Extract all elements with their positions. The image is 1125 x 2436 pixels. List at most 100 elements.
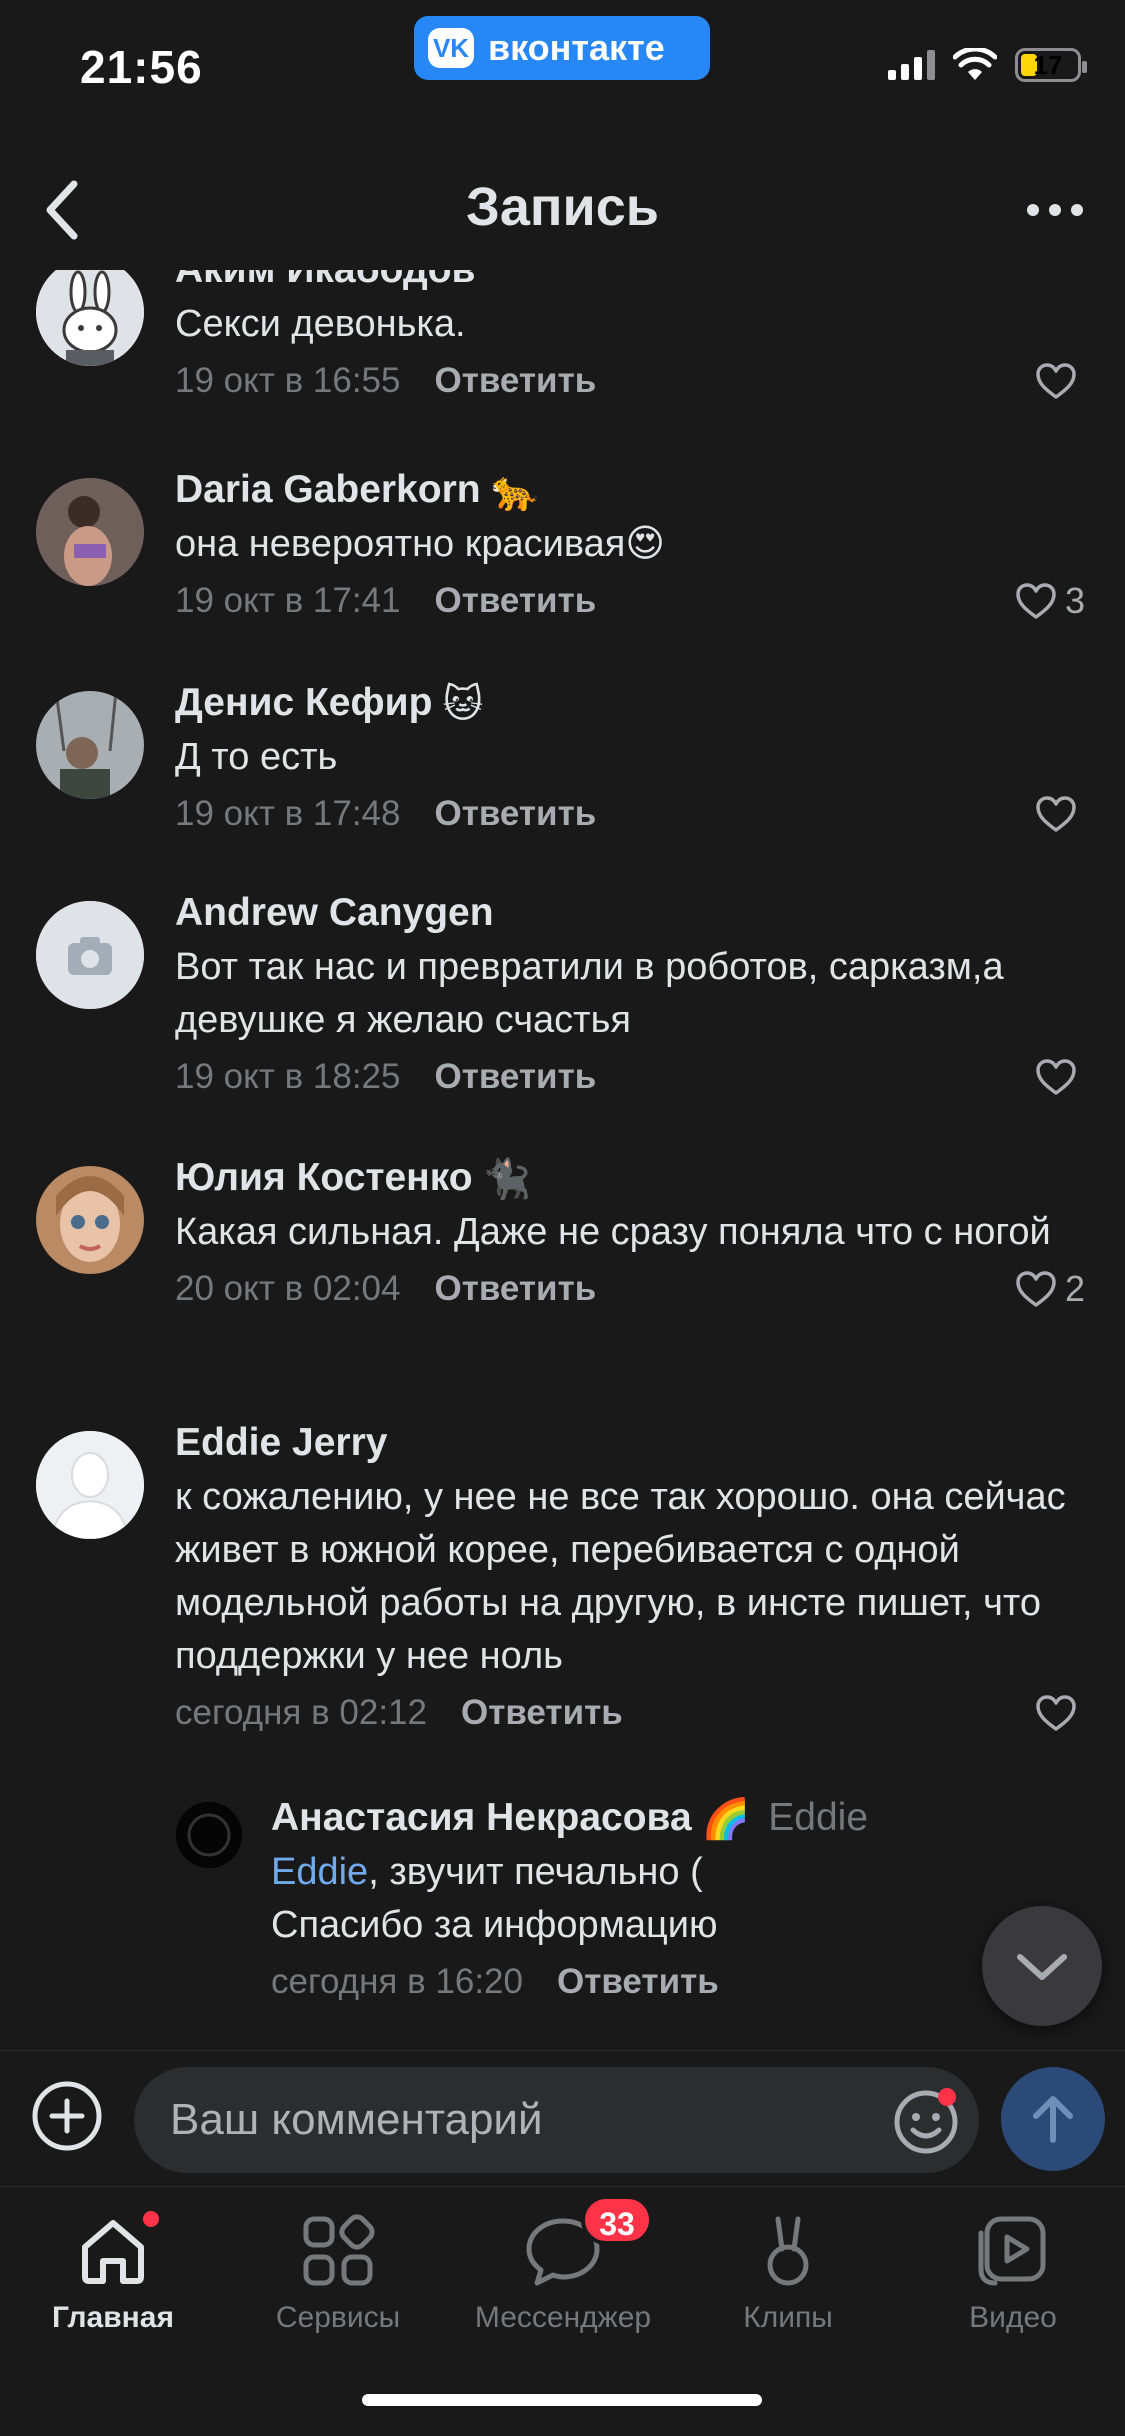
comment-author[interactable]: Andrew Canygen	[175, 885, 1085, 941]
services-icon	[303, 2214, 375, 2286]
nav-header: Запись	[0, 150, 1125, 270]
heart-icon	[1016, 583, 1056, 619]
heart-icon	[1016, 1271, 1056, 1307]
vk-logo-icon: VK	[428, 28, 474, 68]
comment-author[interactable]: Юлия Костенко	[175, 1156, 473, 1199]
scroll-down-button[interactable]	[982, 1906, 1102, 2026]
tab-video[interactable]: Видео	[913, 2211, 1113, 2335]
like-count: 3	[1064, 580, 1085, 621]
like-button[interactable]: 2	[1015, 1259, 1085, 1319]
plus-circle-icon	[32, 2081, 102, 2151]
heart-icon	[1036, 363, 1076, 399]
reply-button[interactable]: Ответить	[557, 1962, 719, 2001]
tab-label: Клипы	[743, 2301, 833, 2334]
screen: 21:56 VK вконтакте 17 Запись Секси девон…	[0, 0, 1125, 2436]
black-cat-emoji: 🐈‍⬛	[482, 1157, 532, 1201]
comment-author[interactable]: Денис Кефир	[175, 681, 432, 724]
page-title: Запись	[466, 177, 659, 237]
avatar[interactable]	[36, 901, 144, 1009]
comment-composer: Ваш комментарий	[0, 2050, 1125, 2186]
send-button[interactable]	[1001, 2067, 1105, 2171]
avatar[interactable]	[36, 1166, 144, 1274]
comment-date: 19 окт в 17:48	[175, 794, 401, 833]
comment-text-line: Спасибо за информацию	[271, 1904, 718, 1946]
battery-icon: 17	[1015, 48, 1087, 82]
home-icon	[82, 2220, 144, 2284]
reply-button[interactable]: Ответить	[434, 1057, 596, 1096]
like-button[interactable]	[1035, 784, 1085, 844]
comment-text: Д то есть	[175, 736, 338, 778]
user-photo-avatar	[36, 1166, 144, 1274]
mention-link[interactable]: Eddie	[271, 1851, 368, 1893]
attach-button[interactable]	[30, 2079, 104, 2153]
heart-eyes-emoji: 😍	[625, 523, 665, 565]
avatar[interactable]	[36, 1431, 144, 1539]
comment-text: Вот так нас и превратили в роботов, сарк…	[175, 946, 1004, 1041]
tab-home[interactable]: Главная	[13, 2211, 213, 2335]
more-options-button[interactable]	[1015, 178, 1095, 242]
app-badge[interactable]: VK вконтакте	[414, 16, 710, 80]
status-bar: 21:56 VK вконтакте 17	[0, 0, 1125, 130]
comment-date: сегодня в 02:12	[175, 1693, 427, 1732]
more-dots-icon	[1027, 204, 1039, 216]
comment-input-placeholder: Ваш комментарий	[170, 2095, 543, 2144]
comment-author[interactable]: Eddie Jerry	[175, 1415, 1085, 1471]
tab-label: Сервисы	[275, 2301, 401, 2334]
notification-dot	[143, 2211, 159, 2227]
default-user-avatar-icon	[36, 1431, 144, 1539]
comment-text: Секси девонька.	[175, 303, 466, 345]
bunny-avatar-icon	[36, 270, 144, 366]
reply-button[interactable]: Ответить	[434, 581, 596, 620]
user-photo-avatar	[176, 1802, 242, 1868]
comments-list[interactable]: Аким Икабодов Секси девонька. 19 окт в 1…	[0, 270, 1125, 2050]
unread-badge: 33	[581, 2195, 653, 2245]
comment-text: , звучит печально (	[368, 1851, 703, 1893]
avatar[interactable]	[36, 478, 144, 586]
reply-button[interactable]: Ответить	[434, 1269, 596, 1308]
tab-label: Видео	[969, 2301, 1057, 2334]
like-button[interactable]	[1035, 1047, 1085, 1107]
comment-date: сегодня в 16:20	[271, 1962, 523, 2001]
sticker-button[interactable]	[891, 2085, 961, 2155]
tab-label: Мессенджер	[474, 2301, 652, 2334]
comment-author[interactable]: Daria Gaberkorn	[175, 468, 481, 511]
like-button[interactable]	[1035, 1683, 1085, 1743]
comment-date: 19 окт в 16:55	[175, 361, 401, 400]
reply-to-name[interactable]: Eddie	[768, 1796, 868, 1839]
status-time: 21:56	[80, 41, 203, 93]
reply-button[interactable]: Ответить	[434, 794, 596, 833]
camera-placeholder-icon	[36, 901, 144, 1009]
avatar[interactable]	[36, 691, 144, 799]
app-badge-label: вконтакте	[488, 27, 665, 68]
clips-icon	[767, 2216, 809, 2286]
like-count: 2	[1064, 1268, 1085, 1309]
avatar[interactable]	[176, 1802, 242, 1868]
cellular-signal-icon	[888, 50, 935, 80]
heart-icon	[1036, 796, 1076, 832]
tab-services[interactable]: Сервисы	[238, 2211, 438, 2335]
tab-clips[interactable]: Клипы	[688, 2211, 888, 2335]
comment-date: 19 окт в 18:25	[175, 1057, 401, 1096]
comment-input[interactable]: Ваш комментарий	[134, 2067, 979, 2173]
battery-level: 17	[1033, 50, 1063, 80]
like-button[interactable]	[1035, 351, 1085, 411]
tab-messenger[interactable]: 33 Мессенджер	[463, 2195, 663, 2335]
user-photo-avatar	[36, 478, 144, 586]
comment-author[interactable]: Анастасия Некрасова	[271, 1796, 692, 1839]
comment-text: к сожалению, у нее не все так хорошо. он…	[175, 1476, 1066, 1677]
avatar[interactable]	[36, 270, 144, 366]
home-indicator[interactable]	[362, 2394, 762, 2406]
reply-button[interactable]: Ответить	[434, 361, 596, 400]
like-button[interactable]: 3	[1015, 571, 1085, 631]
tab-label: Главная	[51, 2301, 174, 2334]
comment-text: Какая сильная. Даже не сразу поняла что …	[175, 1211, 1051, 1253]
heart-icon	[1036, 1695, 1076, 1731]
comment-text: она невероятно красивая	[175, 523, 626, 565]
video-icon	[978, 2216, 1046, 2286]
status-indicators: 17	[888, 48, 1087, 82]
comment-date: 20 окт в 02:04	[175, 1269, 401, 1308]
wifi-icon	[953, 48, 997, 80]
rainbow-emoji: 🌈	[701, 1797, 751, 1841]
comment-author[interactable]: Аким Икабодов	[175, 270, 1085, 298]
reply-button[interactable]: Ответить	[461, 1693, 623, 1732]
